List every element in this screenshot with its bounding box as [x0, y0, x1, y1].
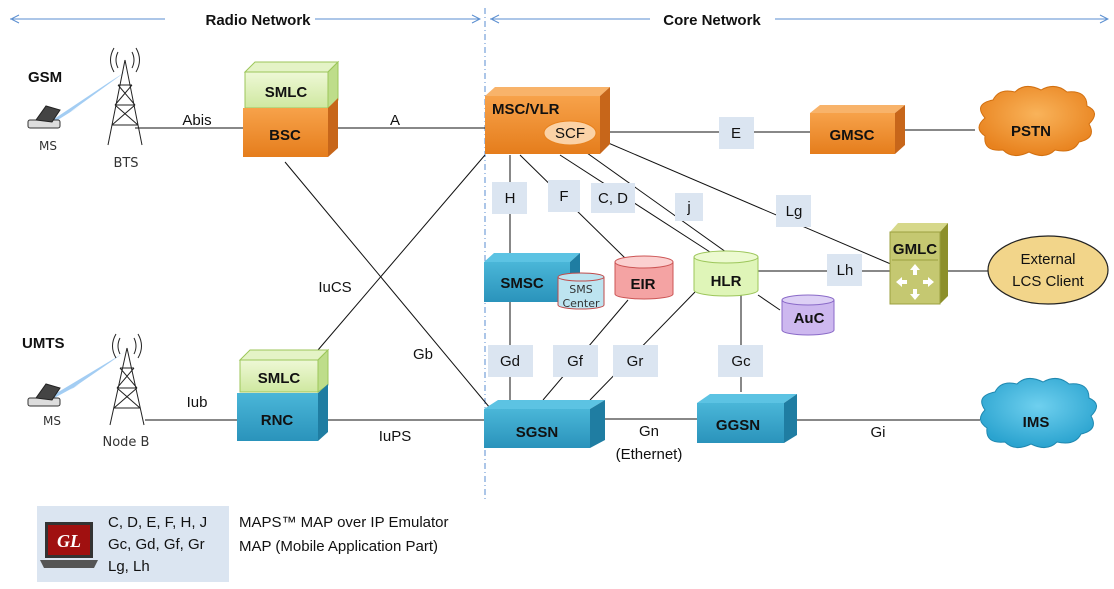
interface-cd-box: C, D [591, 183, 635, 213]
interface-j-box: j [675, 193, 703, 221]
radio-network-header: Radio Network [10, 12, 480, 29]
link-hlr-auc [757, 294, 781, 311]
mobile-station-icon [27, 105, 61, 129]
interface-gd: Gd [500, 353, 520, 370]
smlc-top-label: SMLC [265, 84, 308, 101]
gmsc-label: GMSC [830, 127, 875, 144]
interface-h-box: H [492, 182, 527, 214]
interface-iucs: IuCS [318, 279, 351, 296]
scf-label: SCF [555, 125, 585, 142]
auc-label: AuC [794, 310, 825, 327]
gsm-ms-label: MS [39, 139, 57, 153]
lcs-label-2: LCS Client [1012, 273, 1085, 290]
interface-lh: Lh [837, 262, 854, 279]
interface-gc: Gc [731, 353, 751, 370]
interface-lg: Lg [786, 203, 803, 220]
gmlc-label: GMLC [893, 241, 937, 258]
smlc-bottom-node[interactable]: SMLC [238, 348, 330, 393]
bsc-label: BSC [269, 127, 301, 144]
node-b-tower-icon [109, 333, 145, 426]
rnc-label: RNC [261, 412, 294, 429]
eir-db[interactable]: EIR [614, 255, 674, 300]
interface-iub: Iub [187, 394, 208, 411]
umts-label: UMTS [22, 335, 65, 352]
sms-center-label-2: Center [562, 297, 600, 310]
radio-network-label: Radio Network [205, 12, 311, 29]
gl-logo: GL [57, 531, 81, 551]
interface-j: j [686, 199, 690, 216]
interface-gn-ethernet: (Ethernet) [616, 446, 683, 463]
sms-center-db[interactable]: SMS Center [557, 272, 605, 310]
sgsn-label: SGSN [516, 424, 559, 441]
sms-center-label-1: SMS [569, 283, 592, 296]
interface-gf-box: Gf [553, 345, 598, 377]
legend-title-2: MAP (Mobile Application Part) [239, 538, 438, 555]
external-lcs-client[interactable]: External LCS Client [987, 235, 1109, 305]
hlr-label: HLR [711, 273, 742, 290]
interface-gd-box: Gd [488, 345, 533, 377]
umts-ms-label: MS [43, 414, 61, 428]
smlc-bottom-label: SMLC [258, 370, 301, 387]
core-network-label: Core Network [663, 12, 761, 29]
umts-access: UMTS MS Node B [22, 333, 150, 450]
smlc-top-node[interactable]: SMLC [243, 60, 340, 110]
laptop-logo-icon: GL [40, 522, 98, 568]
bts-tower-icon [107, 47, 143, 146]
gmlc-node[interactable]: GMLC [889, 223, 948, 305]
gmsc-node[interactable]: GMSC [810, 105, 905, 154]
lcs-label-1: External [1020, 251, 1075, 268]
interface-e-box: E [719, 117, 754, 149]
msc-vlr-label: MSC/VLR [492, 101, 560, 118]
legend-line-3: Lg, Lh [108, 558, 150, 575]
ims-cloud[interactable]: IMS [980, 378, 1097, 448]
interface-gb: Gb [413, 346, 433, 363]
interface-cd: C, D [598, 190, 628, 207]
legend-title-1: MAPS™ MAP over IP Emulator [239, 514, 449, 531]
pstn-cloud[interactable]: PSTN [978, 86, 1095, 156]
ims-label: IMS [1023, 414, 1050, 431]
interface-gf: Gf [567, 353, 584, 370]
interface-f: F [559, 188, 568, 205]
interface-lh-box: Lh [827, 254, 862, 286]
link-lg [591, 135, 901, 269]
node-b-label: Node B [103, 435, 150, 450]
smsc-label: SMSC [500, 275, 544, 292]
pstn-label: PSTN [1011, 123, 1051, 140]
interface-e: E [731, 125, 741, 142]
interface-h: H [505, 190, 516, 207]
ggsn-label: GGSN [716, 417, 760, 434]
link-iucs [317, 154, 486, 351]
interface-gc-box: Gc [718, 345, 763, 377]
gsm-access: GSM MS BTS [27, 47, 143, 171]
legend-line-1: C, D, E, F, H, J [108, 514, 207, 531]
interface-abis: Abis [182, 112, 211, 129]
interface-a: A [390, 112, 400, 129]
msc-vlr-node[interactable]: MSC/VLR SCF [485, 87, 610, 154]
interface-f-box: F [548, 180, 580, 212]
ggsn-node[interactable]: GGSN [697, 394, 797, 443]
legend-box: GL C, D, E, F, H, J Gc, Gd, Gf, Gr Lg, L… [37, 506, 229, 582]
interface-lg-box: Lg [776, 195, 811, 227]
network-diagram: Radio Network Core Network GSM MS BTS UM… [10, 8, 1114, 582]
interface-iups: IuPS [379, 428, 412, 445]
gsm-label: GSM [28, 69, 62, 86]
bts-label: BTS [113, 156, 138, 171]
interface-gr: Gr [627, 353, 644, 370]
legend-line-2: Gc, Gd, Gf, Gr [108, 536, 205, 553]
hlr-db[interactable]: HLR [693, 250, 759, 297]
eir-label: EIR [630, 276, 655, 293]
interface-gn: Gn [639, 423, 659, 440]
core-network-header: Core Network [490, 12, 1108, 29]
mobile-station-icon [27, 383, 61, 407]
auc-db[interactable]: AuC [781, 294, 835, 336]
interface-gi: Gi [871, 424, 886, 441]
sgsn-node[interactable]: SGSN [484, 400, 605, 448]
rnc-node[interactable]: RNC [237, 384, 328, 441]
interface-gr-box: Gr [613, 345, 658, 377]
